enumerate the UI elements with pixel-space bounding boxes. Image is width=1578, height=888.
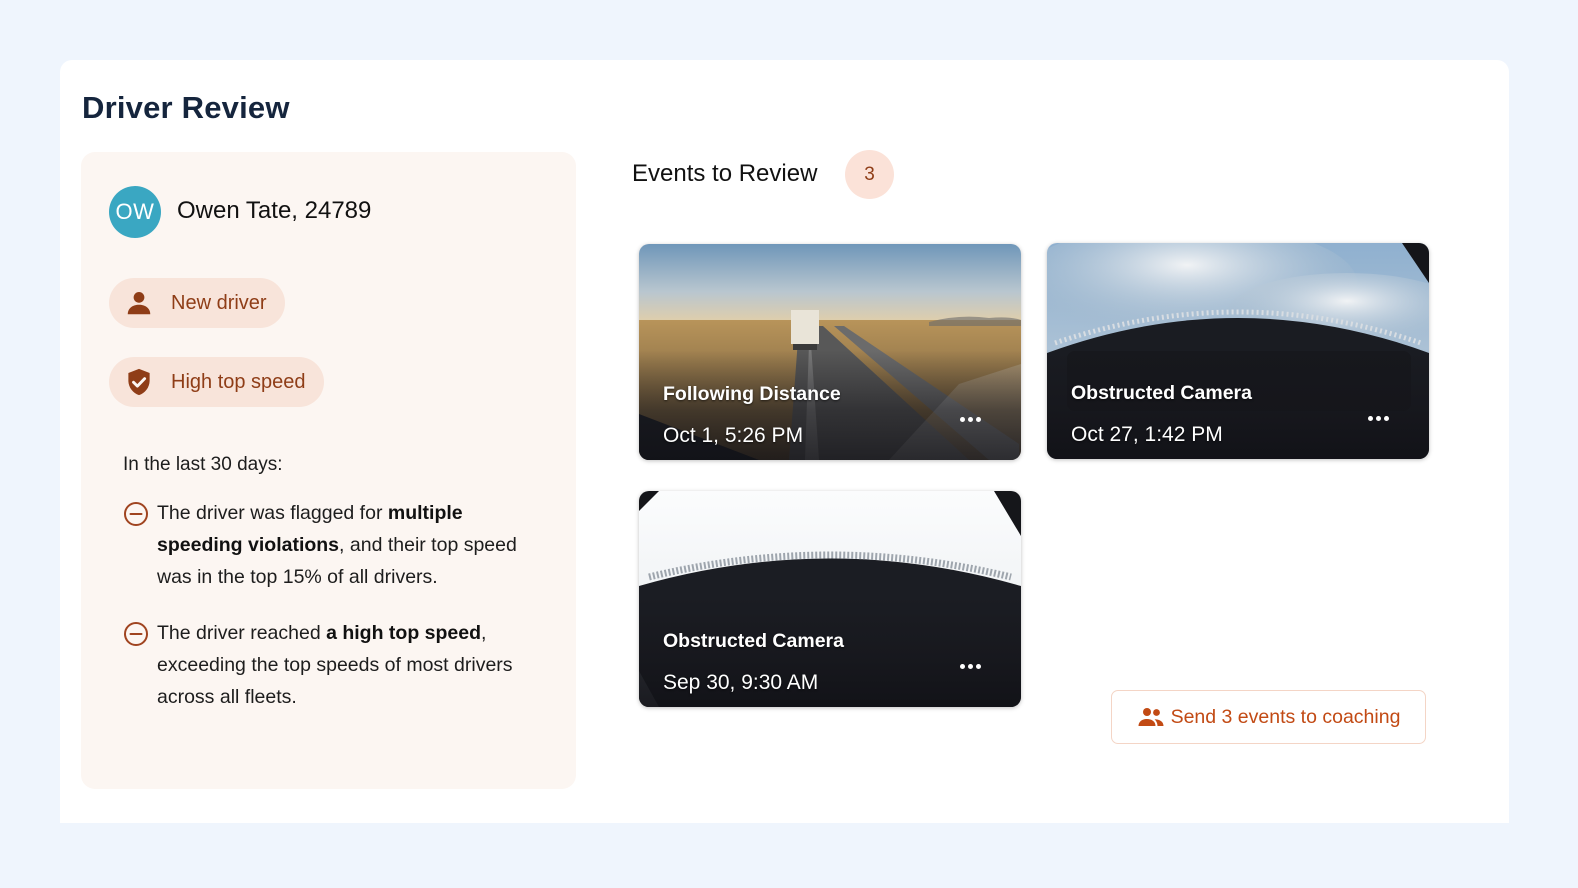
page-title: Driver Review <box>82 90 290 125</box>
event-time: Oct 1, 5:26 PM <box>663 424 804 447</box>
driver-review-card: Driver Review OW Owen Tate, 24789 New dr… <box>60 60 1509 823</box>
event-type: Following Distance <box>663 383 841 405</box>
minus-circle-icon <box>124 622 148 646</box>
reason-item: The driver reached a high top speed, exc… <box>123 617 543 713</box>
reason-text: The driver was flagged for multiple spee… <box>157 502 517 588</box>
shield-check-icon <box>123 366 155 398</box>
tag-label: New driver <box>171 291 267 314</box>
event-card-following-distance[interactable]: Following Distance Oct 1, 5:26 PM <box>639 244 1021 460</box>
events-title: Events to Review <box>632 160 818 187</box>
event-type: Obstructed Camera <box>663 630 844 652</box>
more-options-icon[interactable] <box>1368 416 1389 421</box>
event-type: Obstructed Camera <box>1071 382 1252 404</box>
reason-text: The driver reached a high top speed, exc… <box>157 622 513 708</box>
event-card-obstructed-camera[interactable]: Obstructed Camera Oct 27, 1:42 PM <box>1047 243 1429 459</box>
reason-item: The driver was flagged for multiple spee… <box>123 497 543 593</box>
tag-high-top-speed: High top speed <box>109 357 324 407</box>
button-label: Send 3 events to coaching <box>1170 705 1401 728</box>
event-card-obstructed-camera[interactable]: Obstructed Camera Sep 30, 9:30 AM <box>639 491 1021 707</box>
more-options-icon[interactable] <box>960 417 981 422</box>
driver-name: Owen Tate, 24789 <box>177 197 372 224</box>
people-icon <box>1138 708 1164 726</box>
send-to-coaching-button[interactable]: Send 3 events to coaching <box>1111 690 1426 744</box>
minus-circle-icon <box>124 502 148 526</box>
events-count-badge: 3 <box>845 150 894 199</box>
avatar: OW <box>109 186 161 238</box>
tag-new-driver: New driver <box>109 278 285 328</box>
period-label: In the last 30 days: <box>123 454 283 475</box>
driver-summary-panel: OW Owen Tate, 24789 New driver High top … <box>81 152 576 789</box>
event-time: Sep 30, 9:30 AM <box>663 671 819 694</box>
more-options-icon[interactable] <box>960 664 981 669</box>
event-time: Oct 27, 1:42 PM <box>1071 423 1223 446</box>
tag-label: High top speed <box>171 370 306 393</box>
person-icon <box>123 287 155 319</box>
